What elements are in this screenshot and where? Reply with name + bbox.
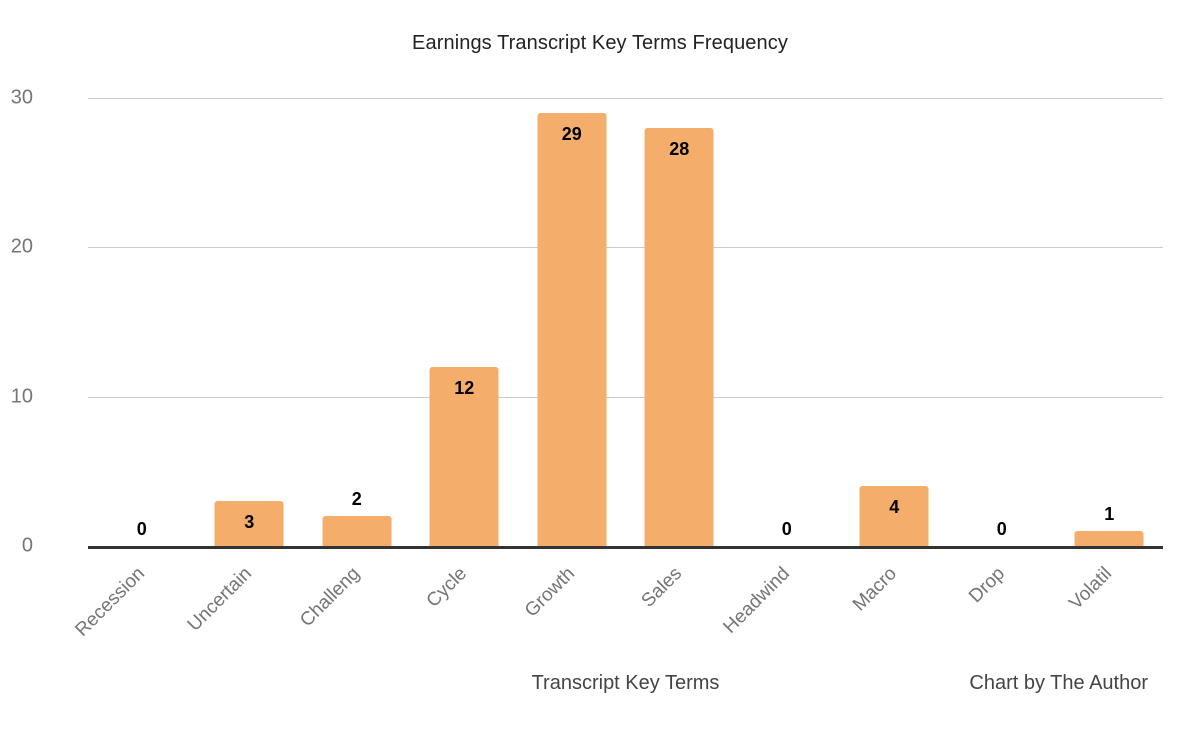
- plot-area: 0 10 20 30 0 3 2 12 29 28 0 4 0 1: [11, 87, 1163, 557]
- bar-value-label: 0: [136, 519, 147, 539]
- bar-group[interactable]: 0: [88, 98, 196, 546]
- x-axis-tick-label-slot: Challeng: [296, 546, 411, 656]
- x-axis-tick-label: Macro: [849, 563, 902, 616]
- bar-value-label: 0: [996, 519, 1007, 539]
- y-axis-tick-label: 30: [10, 86, 33, 109]
- chart-title: Earnings Transcript Key Terms Frequency: [412, 32, 788, 54]
- bar-value-label: 4: [889, 497, 900, 518]
- x-axis-tick-label: Drop: [964, 563, 1009, 608]
- bar-group[interactable]: 29: [518, 98, 626, 546]
- bar-series: 0 3 2 12 29 28 0 4 0 1: [88, 98, 1163, 546]
- bar-group[interactable]: 28: [626, 98, 734, 546]
- x-axis-tick-label-slot: Volatil: [1056, 546, 1164, 656]
- x-axis-tick-label-slot: Drop: [948, 546, 1056, 656]
- x-axis-tick-label-slot: Uncertain: [184, 546, 304, 656]
- bar-value-label: 29: [561, 123, 582, 144]
- bar[interactable]: [644, 127, 714, 546]
- y-axis-tick-label: 20: [10, 235, 33, 258]
- bar-value-label: 12: [454, 377, 475, 398]
- x-axis-tick-label: Challeng: [295, 563, 364, 632]
- x-axis-tick-label-slot: Macro: [841, 546, 949, 656]
- x-axis-tick-label: Volatil: [1065, 563, 1117, 614]
- bar-group[interactable]: 0: [733, 98, 841, 546]
- x-axis-tick-label-slot: Sales: [626, 546, 734, 656]
- bar-value-label: 2: [351, 489, 362, 510]
- bar-group[interactable]: 12: [411, 98, 519, 546]
- x-axis-tick-label: Sales: [637, 563, 687, 612]
- x-axis-tick-label: Growth: [520, 563, 579, 622]
- bar[interactable]: [322, 516, 392, 546]
- bar-group[interactable]: 1: [1056, 98, 1164, 546]
- bar-value-label: 3: [244, 512, 255, 533]
- bar-group[interactable]: 3: [196, 98, 304, 546]
- x-axis-tick-label-slot: Cycle: [411, 546, 519, 656]
- bar-group[interactable]: 2: [303, 98, 411, 546]
- y-axis-tick-label: 0: [21, 534, 33, 557]
- bar-group[interactable]: 4: [841, 98, 949, 546]
- x-axis-tick-label: Cycle: [422, 563, 472, 612]
- x-axis-tick-label: Uncertain: [183, 563, 257, 636]
- x-axis-tick-labels: Recession Uncertain Challeng Cycle Growth Sal…: [71, 546, 1164, 656]
- bar-value-label: 1: [1104, 504, 1115, 525]
- x-axis-tick-label-slot: Headwind: [719, 546, 841, 656]
- chart-attribution: Chart by The Author: [969, 672, 1148, 694]
- bar[interactable]: [537, 112, 607, 546]
- bar-value-label: 28: [669, 138, 690, 159]
- bar-chart: Earnings Transcript Key Terms Frequency …: [0, 0, 1200, 741]
- x-axis-tick-label-slot: Recession: [71, 546, 196, 656]
- bar[interactable]: [1074, 531, 1144, 546]
- y-axis-tick-label: 10: [10, 385, 33, 408]
- bar-value-label: 0: [781, 519, 792, 539]
- x-axis-tick-label-slot: Growth: [518, 546, 626, 656]
- x-axis-tick-label: Recession: [71, 563, 149, 641]
- bar-group[interactable]: 0: [948, 98, 1056, 546]
